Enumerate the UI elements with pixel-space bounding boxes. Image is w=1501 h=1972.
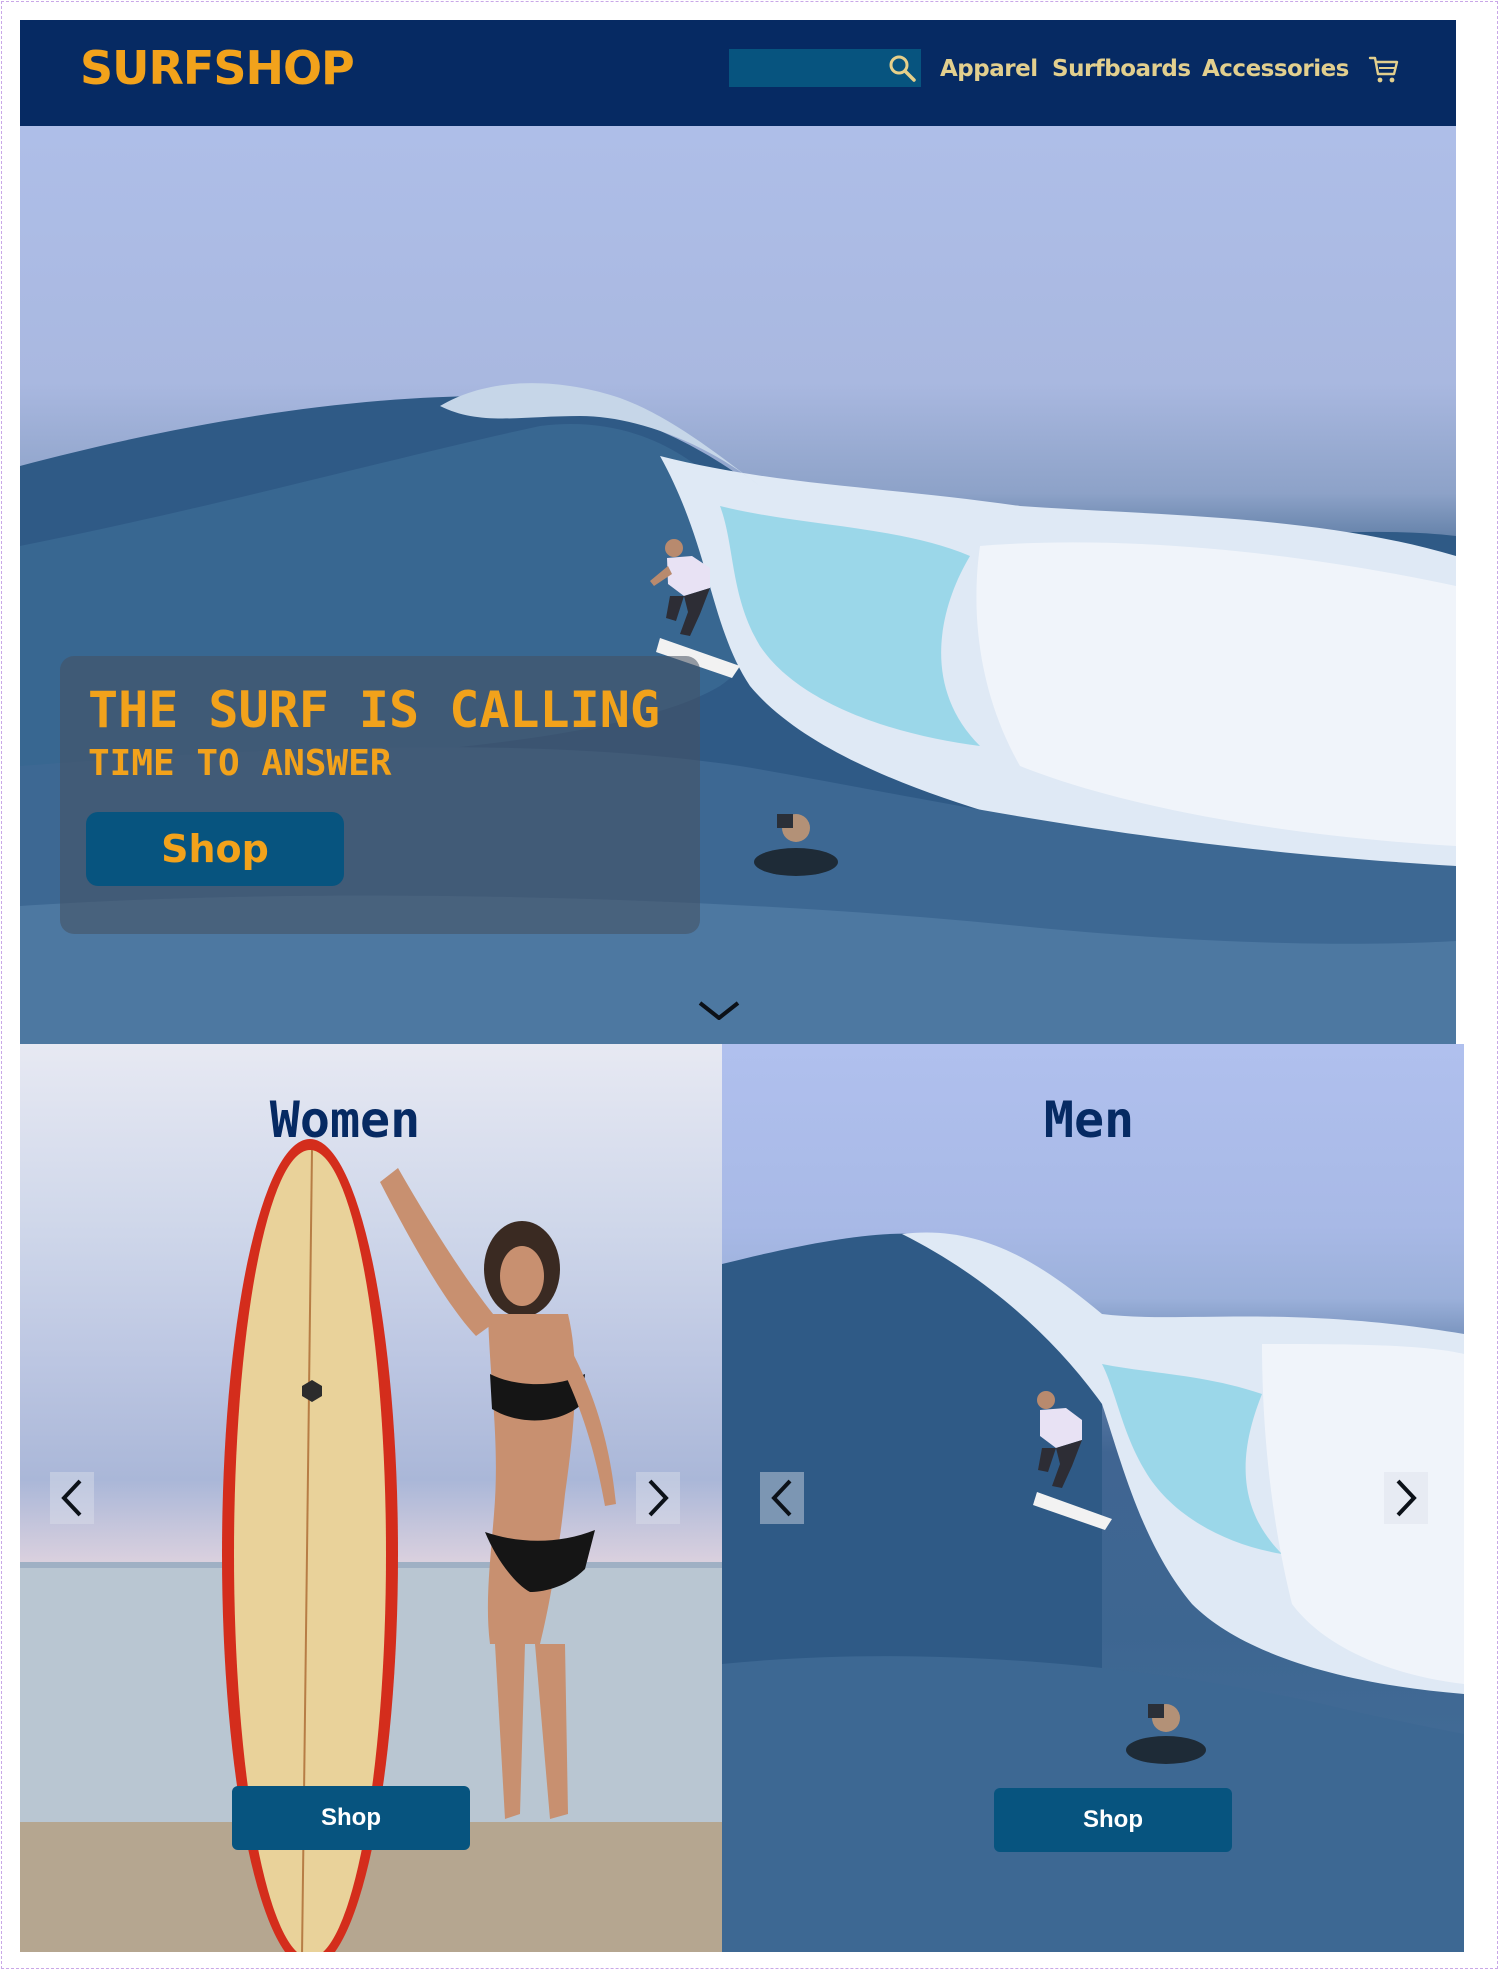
chevron-right-icon (1396, 1479, 1417, 1517)
chevron-left-icon (771, 1479, 792, 1517)
search-icon[interactable] (887, 53, 917, 83)
men-prev-button[interactable] (760, 1472, 804, 1524)
men-next-button[interactable] (1384, 1472, 1428, 1524)
men-shop-button[interactable]: Shop (994, 1788, 1232, 1852)
hero-banner: THE SURF IS CALLING TIME TO ANSWER Shop (20, 126, 1456, 1044)
women-next-button[interactable] (636, 1472, 680, 1524)
hero-callout: THE SURF IS CALLING TIME TO ANSWER Shop (60, 656, 700, 934)
hero-headline: THE SURF IS CALLING (88, 681, 660, 739)
hero-shop-button[interactable]: Shop (86, 812, 344, 886)
search-input[interactable] (729, 49, 879, 87)
category-women: Women Shop (20, 1044, 722, 1952)
nav-surfboards[interactable]: Surfboards (1052, 52, 1191, 86)
nav-apparel[interactable]: Apparel (940, 52, 1038, 86)
nav-accessories[interactable]: Accessories (1202, 52, 1349, 86)
site-logo[interactable]: SURFSHOP (80, 40, 355, 96)
women-prev-button[interactable] (50, 1472, 94, 1524)
women-shop-button[interactable]: Shop (232, 1786, 470, 1850)
hero-subheadline: TIME TO ANSWER (88, 743, 392, 784)
men-title: Men (1043, 1091, 1135, 1149)
chevron-left-icon (61, 1479, 82, 1517)
search-box (729, 49, 921, 87)
category-men: Men Shop (722, 1044, 1464, 1952)
chevron-down-icon[interactable] (696, 998, 742, 1024)
cart-icon[interactable] (1367, 52, 1401, 86)
women-title: Women (269, 1091, 421, 1149)
chevron-right-icon (648, 1479, 669, 1517)
site-header: SURFSHOP Apparel Surfboards Accessories (20, 20, 1456, 126)
